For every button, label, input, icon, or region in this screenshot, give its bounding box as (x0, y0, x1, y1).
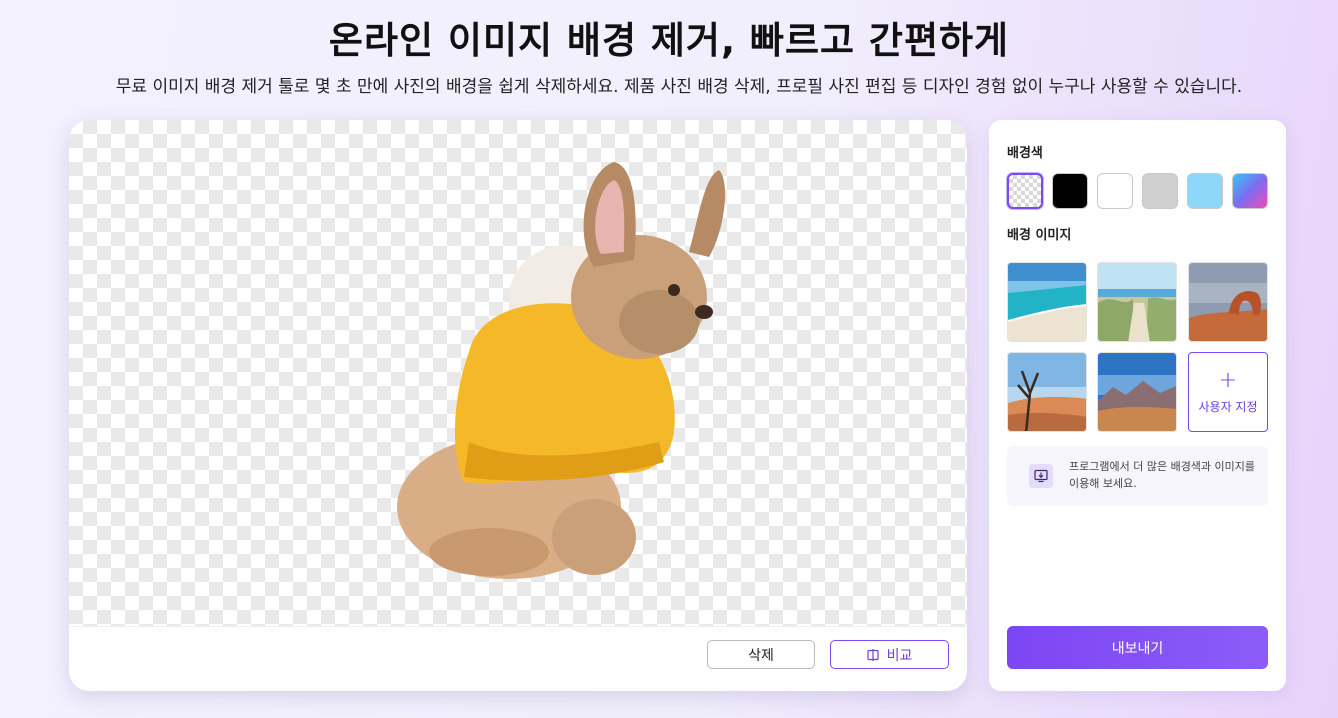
editor-card: 삭제 비교 (69, 120, 967, 691)
bg-image-desert-tree[interactable] (1007, 352, 1087, 432)
export-button-label: 내보내기 (1111, 640, 1164, 657)
background-image-label: 배경 이미지 (1007, 228, 1072, 243)
desktop-promo-box: 프로그램에서 더 많은 배경색과 이미지를 이용해 보세요. (1007, 446, 1268, 506)
compare-icon (867, 648, 879, 661)
custom-background-label: 사용자 지정 (1198, 399, 1258, 414)
page-subtitle: 무료 이미지 배경 제거 툴로 몇 초 만에 사진의 배경을 쉽게 삭제하세요.… (115, 77, 1243, 97)
bg-image-mountain-desert[interactable] (1097, 352, 1177, 432)
canvas-divider (69, 626, 967, 627)
swatch-black[interactable] (1052, 173, 1088, 209)
compare-button-label: 비교 (886, 647, 913, 664)
page-title: 온라인 이미지 배경 제거, 빠르고 간편하게 (328, 19, 1010, 62)
background-color-label: 배경색 (1007, 146, 1043, 161)
preview-canvas (69, 120, 967, 626)
bg-image-beach[interactable] (1007, 262, 1087, 342)
bg-image-red-rock-arch[interactable] (1188, 262, 1268, 342)
desktop-promo-text: 프로그램에서 더 많은 배경색과 이미지를 이용해 보세요. (1069, 460, 1256, 490)
delete-button-label: 삭제 (748, 647, 774, 664)
swatch-white[interactable] (1097, 173, 1133, 209)
swatch-gradient[interactable] (1232, 173, 1268, 209)
export-button[interactable]: 내보내기 (1007, 626, 1268, 669)
swatch-gray[interactable] (1142, 173, 1178, 209)
dog-image (397, 162, 726, 579)
settings-panel: 배경색 배경 이미지 + 사용자 지정 프로그램에서 더 많은 배경색과 이미지… (989, 120, 1286, 691)
compare-button[interactable]: 비교 (830, 640, 949, 669)
delete-button[interactable]: 삭제 (707, 640, 815, 669)
swatch-light-blue[interactable] (1187, 173, 1223, 209)
custom-background-button[interactable]: + 사용자 지정 (1188, 352, 1268, 432)
bg-image-dune-path[interactable] (1097, 262, 1177, 342)
swatch-transparent[interactable] (1007, 173, 1043, 209)
download-icon (1029, 464, 1053, 488)
plus-icon: + (1218, 367, 1238, 393)
